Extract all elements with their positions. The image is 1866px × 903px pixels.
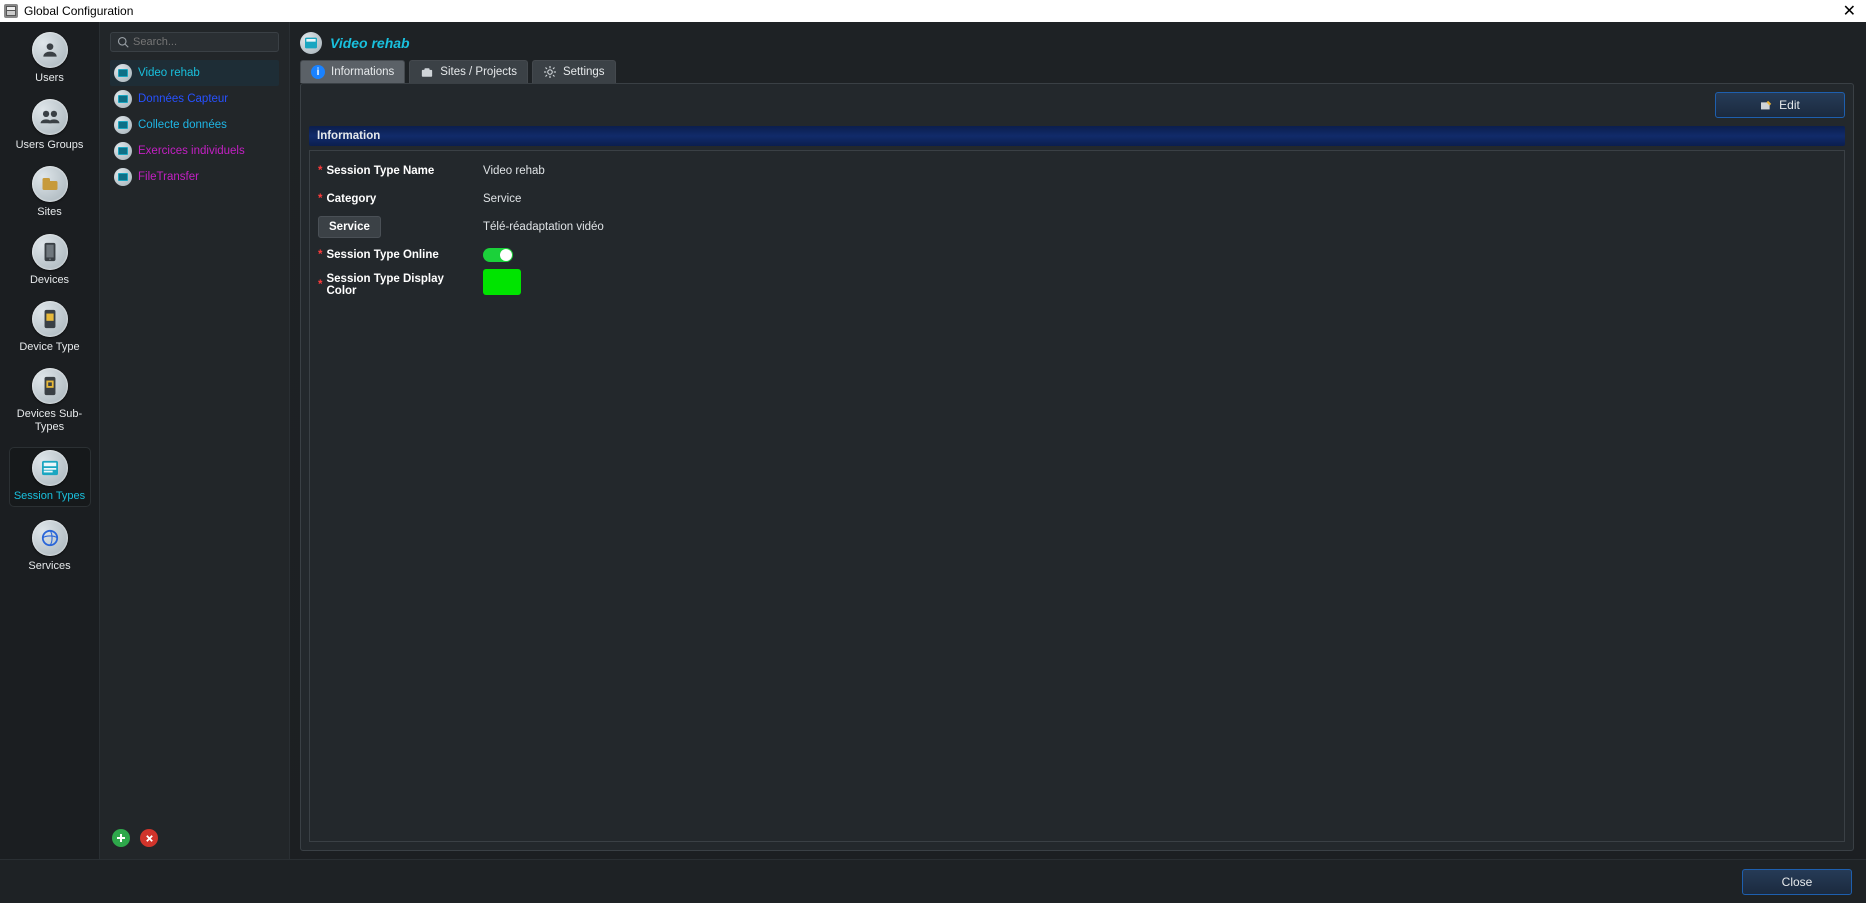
info-panel: Edit Information * Session Type Name Vide… bbox=[300, 83, 1854, 851]
required-marker: * bbox=[318, 193, 322, 205]
nav-item-users-groups[interactable]: Users Groups bbox=[10, 99, 90, 152]
edit-icon bbox=[1760, 100, 1773, 111]
footer: Close bbox=[0, 859, 1866, 903]
field-value: Video rehab bbox=[483, 165, 545, 177]
tabs: i Informations Sites / Projects Settings bbox=[300, 60, 1854, 83]
section-title: Information bbox=[309, 126, 1845, 146]
services-icon bbox=[32, 520, 68, 556]
tab-sites-projects[interactable]: Sites / Projects bbox=[409, 60, 528, 83]
nav-item-devices-sub-types[interactable]: Devices Sub-Types bbox=[10, 368, 90, 434]
nav-label: Services bbox=[28, 560, 70, 573]
session-type-icon bbox=[114, 90, 132, 108]
search-box[interactable] bbox=[110, 32, 279, 52]
nav-label: Devices Sub-Types bbox=[10, 408, 90, 434]
info-icon: i bbox=[311, 65, 325, 79]
nav-label: Users Groups bbox=[16, 139, 84, 152]
field-session-type-name: * Session Type Name Video rehab bbox=[318, 157, 1836, 185]
tab-settings[interactable]: Settings bbox=[532, 60, 616, 83]
close-button[interactable]: Close bbox=[1742, 869, 1852, 895]
edit-button[interactable]: Edit bbox=[1715, 92, 1845, 118]
required-marker: * bbox=[318, 279, 322, 291]
search-input[interactable] bbox=[133, 36, 275, 48]
list-item[interactable]: Exercices individuels bbox=[110, 138, 279, 164]
nav-item-users[interactable]: Users bbox=[10, 32, 90, 85]
nav-label: Users bbox=[35, 72, 64, 85]
session-type-icon bbox=[300, 32, 322, 54]
nav-item-services[interactable]: Services bbox=[10, 520, 90, 573]
user-icon bbox=[32, 32, 68, 68]
list-item-label: Données Capteur bbox=[138, 93, 228, 105]
session-type-icon bbox=[114, 168, 132, 186]
field-label: Category bbox=[326, 193, 376, 205]
field-value: Service bbox=[483, 193, 521, 205]
field-service: Service Télé-réadaptation vidéo bbox=[318, 213, 1836, 241]
page-header: Video rehab bbox=[300, 32, 1854, 54]
nav-item-devices[interactable]: Devices bbox=[10, 234, 90, 287]
devices-icon bbox=[32, 234, 68, 270]
app-icon bbox=[4, 4, 18, 18]
info-body: * Session Type Name Video rehab * Category… bbox=[309, 150, 1845, 842]
field-label: Session Type Online bbox=[326, 249, 438, 261]
list-item-label: Collecte données bbox=[138, 119, 227, 131]
list-item-label: Video rehab bbox=[138, 67, 200, 79]
list-item[interactable]: Collecte données bbox=[110, 112, 279, 138]
page-title: Video rehab bbox=[330, 35, 410, 51]
nav-label: Sites bbox=[37, 206, 61, 219]
close-button-label: Close bbox=[1782, 875, 1813, 889]
nav-item-device-type[interactable]: Device Type bbox=[10, 301, 90, 354]
tab-label: Informations bbox=[331, 66, 394, 78]
required-marker: * bbox=[318, 165, 322, 177]
nav-label: Devices bbox=[30, 274, 69, 287]
list-item[interactable]: Video rehab bbox=[110, 60, 279, 86]
nav-item-session-types[interactable]: Session Types bbox=[10, 448, 90, 505]
session-type-icon bbox=[114, 64, 132, 82]
gear-icon bbox=[543, 65, 557, 79]
field-label: Session Type Display Color bbox=[326, 273, 473, 297]
window-title: Global Configuration bbox=[24, 4, 133, 18]
list-item-label: Exercices individuels bbox=[138, 145, 245, 157]
field-category: * Category Service bbox=[318, 185, 1836, 213]
tab-label: Settings bbox=[563, 66, 605, 78]
device-type-icon bbox=[32, 301, 68, 337]
list-item[interactable]: Données Capteur bbox=[110, 86, 279, 112]
session-type-list-panel: Video rehab Données Capteur Collecte don… bbox=[100, 22, 290, 859]
add-button[interactable] bbox=[112, 829, 130, 847]
device-subtype-icon bbox=[32, 368, 68, 404]
online-toggle[interactable] bbox=[483, 248, 513, 262]
field-value: Télé-réadaptation vidéo bbox=[483, 221, 604, 233]
nav-item-sites[interactable]: Sites bbox=[10, 166, 90, 219]
session-type-list: Video rehab Données Capteur Collecte don… bbox=[110, 60, 279, 823]
list-item[interactable]: FileTransfer bbox=[110, 164, 279, 190]
search-icon bbox=[117, 35, 129, 49]
required-marker: * bbox=[318, 249, 322, 261]
content-pane: Video rehab i Informations Sites / Proje… bbox=[290, 22, 1866, 859]
session-types-icon bbox=[32, 450, 68, 486]
field-session-type-display-color: * Session Type Display Color bbox=[318, 269, 1836, 297]
sites-icon bbox=[32, 166, 68, 202]
list-actions bbox=[110, 823, 279, 849]
titlebar: Global Configuration ✕ bbox=[0, 0, 1866, 22]
delete-button[interactable] bbox=[140, 829, 158, 847]
users-group-icon bbox=[32, 99, 68, 135]
display-color-swatch[interactable] bbox=[483, 269, 521, 295]
nav-label: Session Types bbox=[14, 490, 85, 503]
left-nav: Users Users Groups Sites Devices bbox=[0, 22, 100, 859]
nav-label: Device Type bbox=[19, 341, 79, 354]
window-close-x[interactable]: ✕ bbox=[1837, 1, 1862, 21]
session-type-icon bbox=[114, 142, 132, 160]
tab-informations[interactable]: i Informations bbox=[300, 60, 405, 83]
field-session-type-online: * Session Type Online bbox=[318, 241, 1836, 269]
edit-button-label: Edit bbox=[1779, 98, 1800, 112]
briefcase-icon bbox=[420, 65, 434, 79]
session-type-icon bbox=[114, 116, 132, 134]
field-label: Session Type Name bbox=[326, 165, 434, 177]
service-chip: Service bbox=[318, 216, 381, 238]
tab-label: Sites / Projects bbox=[440, 66, 517, 78]
list-item-label: FileTransfer bbox=[138, 171, 199, 183]
